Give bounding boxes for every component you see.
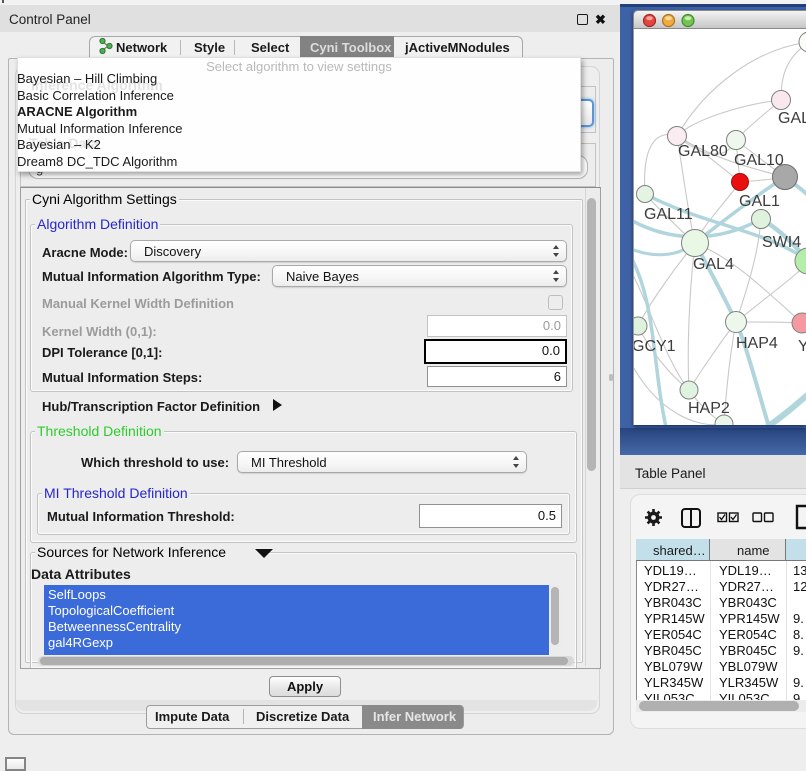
svg-text:HAP4: HAP4 — [736, 335, 778, 352]
svg-text:Y: Y — [798, 338, 806, 355]
svg-text:GAL7: GAL7 — [778, 110, 806, 127]
svg-text:GAL11: GAL11 — [644, 206, 693, 223]
svg-text:GCY1: GCY1 — [633, 338, 676, 355]
svg-text:GAL80: GAL80 — [678, 143, 728, 160]
svg-text:SWI4: SWI4 — [762, 234, 801, 251]
svg-text:HAP2: HAP2 — [688, 400, 730, 417]
svg-text:GAL10: GAL10 — [734, 152, 784, 169]
svg-text:GAL4: GAL4 — [693, 256, 734, 273]
svg-text:GAL1: GAL1 — [739, 193, 780, 210]
